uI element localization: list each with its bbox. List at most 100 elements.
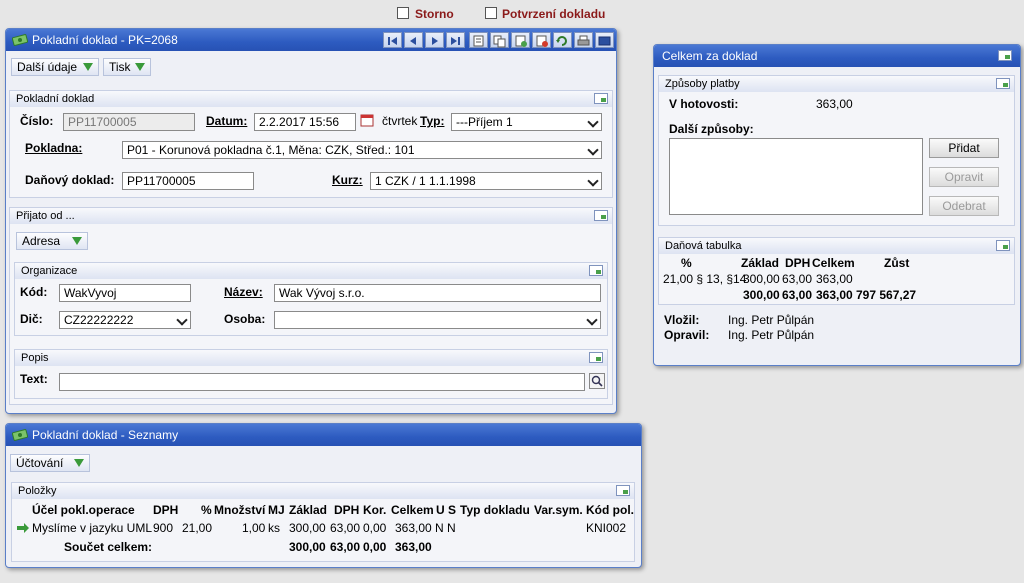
kurz-select[interactable]: 1 CZK / 1 1.1.1998 bbox=[370, 172, 602, 190]
tax-col-zaklad[interactable]: Základ bbox=[741, 256, 779, 270]
tax-col-dph[interactable]: DPH bbox=[785, 256, 810, 270]
col-header-celkem[interactable]: Celkem bbox=[391, 503, 434, 517]
dic-select[interactable]: CZ22222222 bbox=[59, 311, 191, 329]
search-icon[interactable] bbox=[589, 373, 605, 389]
prijato-od-section: Přijato od ... Adresa Organizace Kód: Wa… bbox=[9, 207, 613, 405]
col-header-ucel[interactable]: Účel pokl.operace bbox=[32, 503, 135, 517]
datum-field[interactable]: 2.2.2017 15:56 bbox=[254, 113, 356, 131]
kurz-label: Kurz: bbox=[332, 173, 363, 187]
row-kod-pol[interactable]: KNI002 bbox=[586, 521, 626, 535]
celkem-za-doklad-window: Celkem za doklad Způsoby platby V hotovo… bbox=[653, 44, 1021, 366]
danovy-doklad-field[interactable]: PP11700005 bbox=[122, 172, 254, 190]
row-procento[interactable]: 21,00 bbox=[182, 521, 212, 535]
row-ucel[interactable]: Myslíme v jazyku UML bbox=[32, 521, 152, 535]
tax-row-dph[interactable]: 63,00 bbox=[782, 272, 812, 286]
col-header-dph-castka[interactable]: DPH bbox=[334, 503, 359, 517]
previous-record-icon[interactable] bbox=[404, 32, 423, 48]
expand-section-icon[interactable] bbox=[616, 485, 630, 496]
expand-section-icon[interactable] bbox=[996, 240, 1010, 251]
col-header-kod-pol[interactable]: Kód pol. bbox=[586, 503, 634, 517]
sum-kor: 0,00 bbox=[363, 540, 387, 554]
money-icon bbox=[12, 429, 28, 441]
row-mj[interactable]: ks bbox=[268, 521, 280, 535]
danovy-doklad-label: Daňový doklad: bbox=[25, 173, 115, 187]
expand-section-icon[interactable] bbox=[589, 352, 603, 363]
hotovost-label: V hotovosti: bbox=[669, 97, 739, 111]
list-icon[interactable] bbox=[469, 32, 488, 48]
window-title: Pokladní doklad - Seznamy bbox=[32, 428, 179, 442]
typ-select[interactable]: ---Příjem 1 bbox=[451, 113, 602, 131]
adresa-label: Adresa bbox=[22, 234, 61, 248]
last-record-icon[interactable] bbox=[446, 32, 465, 48]
uctovani-button[interactable]: Účtování bbox=[10, 454, 90, 472]
col-header-typ-dokladu[interactable]: Typ dokladu bbox=[460, 503, 530, 517]
dropdown-arrow-icon bbox=[74, 459, 84, 467]
expand-window-icon[interactable] bbox=[998, 50, 1012, 61]
section-header: Daňová tabulka bbox=[659, 238, 1014, 254]
tax-col-procento[interactable]: % bbox=[681, 256, 692, 270]
row-kor[interactable]: 0,00 bbox=[363, 521, 386, 535]
tax-total-zaklad: 300,00 bbox=[743, 288, 780, 302]
storno-checkbox[interactable] bbox=[397, 7, 409, 19]
odebrat-button[interactable]: Odebrat bbox=[929, 196, 999, 216]
cislo-label: Číslo: bbox=[20, 114, 54, 128]
kod-field[interactable]: WakVyvoj bbox=[59, 284, 191, 302]
adresa-button[interactable]: Adresa bbox=[16, 232, 88, 250]
row-s[interactable]: N bbox=[447, 521, 456, 535]
osoba-select[interactable] bbox=[274, 311, 601, 329]
current-row-arrow-icon bbox=[17, 523, 29, 533]
row-u[interactable]: N bbox=[435, 521, 444, 535]
dalsi-udaje-button[interactable]: Další údaje bbox=[11, 58, 99, 76]
col-header-s[interactable]: S bbox=[448, 503, 456, 517]
tax-row-zaklad[interactable]: 300,00 bbox=[743, 272, 780, 286]
col-header-var-sym[interactable]: Var.sym. bbox=[534, 503, 583, 517]
first-record-icon[interactable] bbox=[383, 32, 402, 48]
tax-col-celkem[interactable]: Celkem bbox=[812, 256, 855, 270]
text-field[interactable] bbox=[59, 373, 585, 391]
expand-section-icon[interactable] bbox=[996, 78, 1010, 89]
row-zaklad[interactable]: 300,00 bbox=[289, 521, 326, 535]
cislo-field[interactable]: PP11700005 bbox=[63, 113, 195, 131]
col-header-mj[interactable]: MJ bbox=[268, 503, 285, 517]
pridat-button[interactable]: Přidat bbox=[929, 138, 999, 158]
uctovani-label: Účtování bbox=[16, 456, 64, 470]
print-icon[interactable] bbox=[574, 32, 593, 48]
dalsi-zpusoby-list[interactable] bbox=[669, 138, 923, 215]
tax-col-zust[interactable]: Zůst bbox=[884, 256, 909, 270]
expand-section-icon[interactable] bbox=[594, 93, 608, 104]
refresh-icon[interactable] bbox=[553, 32, 572, 48]
nazev-field[interactable]: Wak Vývoj s.r.o. bbox=[274, 284, 601, 302]
vlozil-label: Vložil: bbox=[664, 313, 700, 327]
col-header-zaklad[interactable]: Základ bbox=[289, 503, 327, 517]
dropdown-arrow-icon bbox=[83, 63, 93, 71]
section-header: Položky bbox=[12, 483, 634, 499]
tax-row-procento[interactable]: 21,00 § 13, §14 bbox=[663, 272, 746, 286]
col-header-mnozstvi[interactable]: Množství bbox=[214, 503, 265, 517]
pokladna-select[interactable]: P01 - Korunová pokladna č.1, Měna: CZK, … bbox=[122, 141, 602, 159]
row-celkem[interactable]: 363,00 bbox=[395, 521, 432, 535]
calendar-icon[interactable] bbox=[360, 113, 374, 127]
col-header-procento[interactable]: % bbox=[201, 503, 212, 517]
expand-section-icon[interactable] bbox=[589, 265, 603, 276]
nazev-label: Název: bbox=[224, 285, 263, 299]
copy-icon[interactable] bbox=[490, 32, 509, 48]
potvrzeni-checkbox[interactable] bbox=[485, 7, 497, 19]
money-icon bbox=[12, 34, 28, 46]
new-record-icon[interactable] bbox=[511, 32, 530, 48]
col-header-u[interactable]: U bbox=[436, 503, 445, 517]
expand-section-icon[interactable] bbox=[594, 210, 608, 221]
row-mnozstvi[interactable]: 1,00 bbox=[242, 521, 265, 535]
section-header: Organizace bbox=[15, 263, 607, 279]
row-dph-castka[interactable]: 63,00 bbox=[330, 521, 360, 535]
tax-total-zust: 797 567,27 bbox=[856, 288, 917, 302]
opravit-button[interactable]: Opravit bbox=[929, 167, 999, 187]
row-dph[interactable]: 900 bbox=[153, 521, 173, 535]
col-header-kor[interactable]: Kor. bbox=[363, 503, 386, 517]
delete-record-icon[interactable] bbox=[532, 32, 551, 48]
vlozil-value: Ing. Petr Půlpán bbox=[728, 313, 815, 327]
col-header-dph[interactable]: DPH bbox=[153, 503, 178, 517]
tax-row-celkem[interactable]: 363,00 bbox=[816, 272, 853, 286]
close-window-icon[interactable] bbox=[595, 32, 614, 48]
tisk-button[interactable]: Tisk bbox=[103, 58, 151, 76]
next-record-icon[interactable] bbox=[425, 32, 444, 48]
